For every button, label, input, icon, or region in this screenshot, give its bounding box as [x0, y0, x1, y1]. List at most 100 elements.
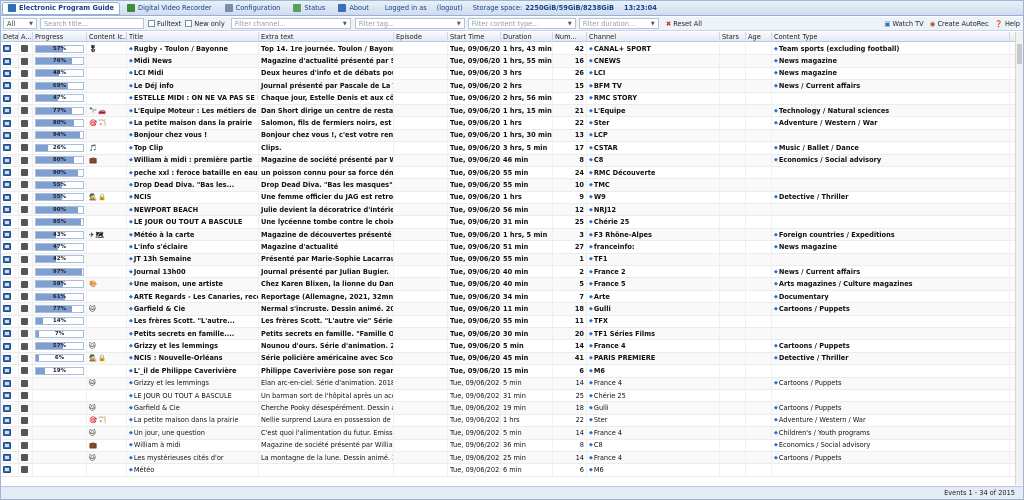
details-icon[interactable] — [3, 441, 11, 449]
table-row[interactable]: 26%🎵◆Top ClipClips.Tue, 09/06/202...3 hr… — [1, 142, 1015, 155]
table-row[interactable]: 95% ◆ LE JOUR OU TOUT A BASCULE Une lycéenn… — [1, 216, 1015, 229]
title-text[interactable]: LE JOUR OU TOUT A BASCULE — [134, 218, 242, 226]
title-text[interactable]: NEWPORT BEACH — [134, 206, 198, 214]
record-icon[interactable] — [21, 429, 28, 437]
column-header[interactable]: Details — [1, 32, 19, 42]
details-icon[interactable] — [3, 243, 11, 251]
record-icon[interactable] — [21, 392, 28, 400]
details-icon[interactable] — [3, 454, 11, 462]
record-icon[interactable] — [21, 280, 28, 288]
column-header[interactable]: Channel — [587, 32, 720, 42]
details-icon[interactable] — [3, 144, 11, 152]
title-text[interactable]: LCI Midi — [134, 69, 164, 77]
title-text[interactable]: L'_il de Philippe Caverivière — [134, 367, 237, 375]
details-icon[interactable] — [3, 57, 11, 65]
record-icon[interactable] — [21, 466, 28, 474]
record-icon[interactable] — [21, 57, 28, 65]
record-icon[interactable] — [21, 379, 28, 387]
title-text[interactable]: ARTE Regards - Les Canaries, reconsidére… — [134, 293, 258, 301]
table-row[interactable]: 77% 🐱 ◆ Garfield & Cie Nermal s'incruste. De… — [1, 303, 1015, 316]
title-text[interactable]: Journal 13h00 — [134, 268, 186, 276]
table-row[interactable]: 80% 💼 ◆ William à midi : première partie Mag… — [1, 154, 1015, 167]
title-text[interactable]: Rugby - Toulon / Bayonne — [134, 45, 228, 53]
record-icon[interactable] — [21, 305, 28, 313]
table-row[interactable]: 77%🔭🚗◆L'Equipe Moteur : Les métiers de l… — [1, 104, 1015, 118]
details-icon[interactable] — [3, 255, 11, 263]
fulltext-checkbox[interactable]: Fulltext — [148, 20, 181, 28]
record-icon[interactable] — [21, 330, 28, 338]
record-icon[interactable] — [21, 119, 28, 127]
tab-4[interactable]: About — [332, 2, 375, 15]
table-row[interactable]: 76% ◆ Midi News Magazine d'actualité présen… — [1, 55, 1015, 68]
create-autorec-button[interactable]: ◉ Create AutoRec — [927, 20, 992, 28]
channel-scope-select[interactable]: All ▼ — [3, 18, 37, 29]
new-only-checkbox[interactable]: New only — [185, 20, 225, 28]
record-icon[interactable] — [21, 317, 28, 325]
table-row[interactable]: 57% 🐱 ◆ Grizzy et les lemmings Nounou d'ours… — [1, 340, 1015, 353]
title-text[interactable]: La petite maison dans la prairie — [134, 119, 252, 127]
logout-link[interactable]: (logout) — [437, 4, 463, 12]
duration-filter[interactable]: Filter duration... ▼ — [578, 18, 659, 29]
details-icon[interactable] — [3, 342, 11, 350]
table-row[interactable]: 90%◆peche xxl : feroce bataille en eaux … — [1, 166, 1015, 180]
record-icon[interactable] — [21, 169, 28, 177]
details-icon[interactable] — [3, 379, 11, 387]
column-header[interactable]: Progress — [33, 32, 87, 42]
details-icon[interactable] — [3, 181, 11, 189]
details-icon[interactable] — [3, 69, 11, 77]
title-text[interactable]: Garfield & Cie — [134, 404, 180, 412]
column-header[interactable]: Episode — [394, 32, 448, 42]
tab-3[interactable]: Status — [287, 2, 331, 15]
record-icon[interactable] — [21, 107, 28, 115]
title-text[interactable]: Garfield & Cie — [134, 305, 185, 313]
column-header[interactable]: Duration — [501, 32, 553, 42]
title-text[interactable]: ESTELLE MIDI : ON NE VA PAS SE MENTIR — [134, 94, 258, 102]
details-icon[interactable] — [3, 392, 11, 400]
title-text[interactable]: Drop Dead Diva. "Bas les... — [134, 181, 234, 189]
table-row[interactable]: 58% 🎨 ◆ Une maison, une artiste Chez Karen B… — [1, 278, 1015, 291]
details-icon[interactable] — [3, 466, 11, 474]
record-icon[interactable] — [21, 268, 28, 276]
column-header[interactable]: Start Time — [448, 32, 501, 42]
title-text[interactable]: L'Equipe Moteur : Les métiers de l'auto — [134, 107, 258, 115]
title-text[interactable]: William à midi — [134, 441, 181, 449]
record-icon[interactable] — [21, 441, 28, 449]
title-text[interactable]: Le Déj info — [134, 82, 174, 90]
record-icon[interactable] — [21, 342, 28, 350]
title-text[interactable]: peche xxl : feroce bataille en eaux trou… — [134, 169, 258, 177]
record-icon[interactable] — [21, 181, 28, 189]
table-row[interactable]: 47% ◆ L'info s'éclaire Magazine d'actualité… — [1, 241, 1015, 254]
details-icon[interactable] — [3, 206, 11, 214]
title-text[interactable]: William à midi : première partie — [134, 156, 252, 164]
watch-tv-button[interactable]: ▣ Watch TV — [881, 20, 926, 28]
title-text[interactable]: Une maison, une artiste — [134, 280, 223, 288]
details-icon[interactable] — [3, 94, 11, 102]
table-row[interactable]: 57% 🎖 ◆ Rugby - Toulon / Bayonne Top 14. 1re… — [1, 43, 1015, 56]
table-row[interactable]: 43% ✈🗺 ◆ Météo à la carte Magazine de découv… — [1, 228, 1015, 242]
title-text[interactable]: Les frères Scott. "L'autre... — [134, 317, 235, 325]
record-icon[interactable] — [21, 82, 28, 90]
details-icon[interactable] — [3, 131, 11, 139]
title-text[interactable]: L'info s'éclaire — [134, 243, 188, 251]
table-row[interactable]: ◆ LE JOUR OU TOUT A BASCULE Un barman sort… — [1, 389, 1015, 403]
record-icon[interactable] — [21, 156, 28, 164]
details-icon[interactable] — [3, 280, 11, 288]
details-icon[interactable] — [3, 354, 11, 362]
title-search-input[interactable]: Search title... — [40, 18, 144, 29]
details-icon[interactable] — [3, 305, 11, 313]
column-header[interactable]: Content Ic... — [87, 32, 127, 42]
record-icon[interactable] — [21, 206, 28, 214]
record-icon[interactable] — [21, 367, 28, 375]
column-header[interactable]: A... — [19, 32, 33, 42]
table-row[interactable]: 48% ◆ LCI Midi Deux heures d'info et de déb… — [1, 67, 1015, 81]
record-icon[interactable] — [21, 404, 28, 412]
reset-all-button[interactable]: ✖ Reset All — [663, 20, 705, 28]
table-row[interactable]: 💼 ◆ William à midi Magazine de société prés… — [1, 439, 1015, 452]
record-icon[interactable] — [21, 69, 28, 77]
table-row[interactable]: 🐱 ◆ Un jour, une question C'est quoi l'alim… — [1, 427, 1015, 440]
table-row[interactable]: 14% ◆ Les frères Scott. "L'autre... Les frè… — [1, 315, 1015, 328]
record-icon[interactable] — [21, 255, 28, 263]
title-text[interactable]: Petits secrets en famille.... — [134, 330, 234, 338]
table-row[interactable]: 61%◆ARTE Regards - Les Canaries, reconsi… — [1, 290, 1015, 304]
title-text[interactable]: Météo — [134, 466, 154, 474]
